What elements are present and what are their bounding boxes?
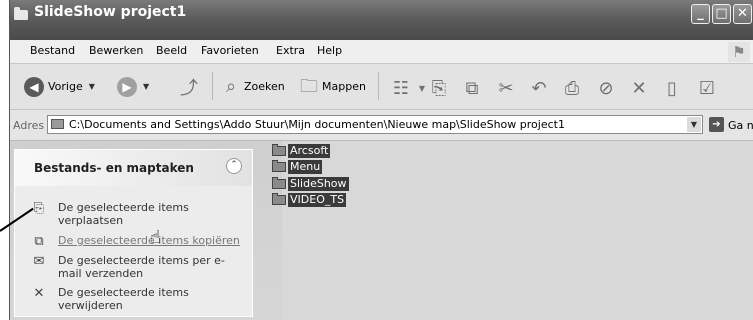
menu-favorieten[interactable]: Favorieten bbox=[201, 44, 259, 57]
go-arrow-icon[interactable]: ➔ bbox=[709, 117, 724, 132]
back-button[interactable]: ◀ Vorige ▼ bbox=[24, 64, 95, 109]
task-label: De geselecteerde items verwijderen bbox=[58, 286, 189, 312]
address-input[interactable]: C:\Documents and Settings\Addo Stuur\Mij… bbox=[47, 115, 703, 134]
task-label: De geselecteerde items verplaatsen bbox=[58, 201, 189, 227]
forward-button[interactable]: ▶ ▼ bbox=[117, 64, 149, 109]
folder-icon bbox=[272, 143, 286, 156]
cut-icon[interactable]: ✂ bbox=[495, 78, 517, 100]
task-box-header[interactable]: Bestands- en maptaken ⌃ bbox=[15, 150, 252, 186]
copy-to-icon[interactable]: ⧉ bbox=[461, 78, 483, 100]
minimize-button[interactable]: _ bbox=[691, 4, 710, 24]
folder-item[interactable]: Arcsoft bbox=[272, 143, 331, 158]
folder-name: Menu bbox=[288, 159, 323, 174]
maximize-button[interactable]: □ bbox=[712, 4, 731, 24]
menu-bestand[interactable]: Bestand bbox=[30, 44, 75, 57]
folder-icon bbox=[272, 192, 286, 205]
folder-item[interactable]: SlideShow bbox=[272, 176, 349, 191]
clipboard-icon[interactable]: ▯ bbox=[661, 78, 683, 100]
search-icon: ⌕ bbox=[225, 75, 237, 97]
folders-button[interactable]: 🗀 Mappen bbox=[300, 64, 366, 109]
menu-bewerken[interactable]: Bewerken bbox=[89, 44, 143, 57]
close-button[interactable]: ✕ bbox=[733, 4, 752, 24]
folder-icon bbox=[272, 159, 286, 172]
go-button[interactable]: Ga naar bbox=[728, 119, 753, 132]
move-to-icon[interactable]: ⎘ bbox=[428, 78, 450, 100]
back-label: Vorige bbox=[48, 80, 83, 93]
move-icon: ⎘ bbox=[33, 201, 45, 216]
file-folder-tasks-box: Bestands- en maptaken ⌃ ⎘ De geselecteer… bbox=[14, 149, 253, 317]
back-arrow-icon: ◀ bbox=[24, 76, 44, 97]
folder-item[interactable]: VIDEO_TS bbox=[272, 192, 347, 207]
folder-icon bbox=[14, 7, 28, 20]
folder-icon bbox=[51, 119, 64, 129]
folder-name: VIDEO_TS bbox=[288, 192, 347, 207]
check-doc-icon[interactable]: ☑ bbox=[696, 78, 718, 100]
toolbar-separator bbox=[212, 72, 213, 100]
folder-item[interactable]: Menu bbox=[272, 159, 323, 174]
menu-beeld[interactable]: Beeld bbox=[156, 44, 187, 57]
delete-icon: ✕ bbox=[33, 286, 45, 301]
collapse-icon[interactable]: ⌃ bbox=[226, 158, 242, 174]
title-bar[interactable]: SlideShow project1 _ □ ✕ bbox=[10, 0, 753, 40]
menu-help[interactable]: Help bbox=[317, 44, 342, 57]
task-move[interactable]: ⎘ De geselecteerde items verplaatsen bbox=[32, 201, 242, 227]
address-path: C:\Documents and Settings\Addo Stuur\Mij… bbox=[69, 118, 565, 131]
menu-extra[interactable]: Extra bbox=[276, 44, 305, 57]
standard-toolbar: ◀ Vorige ▼ ▶ ▼ ⤴ ⌕ Zoeken 🗀 Mappen ☷ ▼ ⎘… bbox=[10, 64, 753, 110]
folders-label: Mappen bbox=[322, 80, 366, 93]
folder-name: SlideShow bbox=[288, 176, 349, 191]
address-bar: Adres C:\Documents and Settings\Addo Stu… bbox=[10, 110, 753, 141]
chevron-down-icon: ▼ bbox=[143, 82, 150, 91]
hand-cursor-icon: ☝ bbox=[150, 227, 161, 248]
explorer-window: SlideShow project1 _ □ ✕ Bestand Bewerke… bbox=[9, 0, 753, 320]
task-delete[interactable]: ✕ De geselecteerde items verwijderen bbox=[32, 286, 242, 312]
menu-bar: Bestand Bewerken Beeld Favorieten Extra … bbox=[10, 40, 753, 64]
forward-arrow-icon: ▶ bbox=[117, 76, 137, 97]
folder-name: Arcsoft bbox=[288, 143, 331, 158]
folders-icon: 🗀 bbox=[300, 75, 318, 97]
chevron-down-icon[interactable]: ▼ bbox=[687, 117, 701, 132]
copy-icon: ⧉ bbox=[34, 234, 44, 249]
undo-icon[interactable]: ↶ bbox=[528, 78, 550, 100]
task-copy[interactable]: ⧉ De geselecteerde items kopiëren bbox=[32, 234, 242, 249]
address-label: Adres bbox=[13, 119, 45, 132]
task-email[interactable]: ✉ De geselecteerde items per e-mail verz… bbox=[32, 254, 242, 280]
window-title: SlideShow project1 bbox=[34, 4, 187, 20]
task-pane: Bestands- en maptaken ⌃ ⎘ De geselecteer… bbox=[10, 141, 282, 320]
search-button[interactable]: ⌕ Zoeken bbox=[222, 64, 285, 109]
up-folder-icon[interactable]: ⤴ bbox=[178, 78, 200, 100]
search-label: Zoeken bbox=[244, 80, 285, 93]
views-icon[interactable]: ☷ bbox=[390, 78, 412, 100]
chevron-down-icon: ▼ bbox=[88, 82, 95, 91]
toolbar-separator bbox=[378, 72, 379, 100]
folder-icon bbox=[272, 176, 286, 189]
email-icon: ✉ bbox=[33, 254, 45, 269]
windows-logo-icon: ⚑ bbox=[728, 42, 750, 62]
paste-icon[interactable]: ⎙ bbox=[561, 78, 583, 100]
task-box-title: Bestands- en maptaken bbox=[34, 161, 194, 175]
task-label: De geselecteerde items per e-mail verzen… bbox=[58, 254, 225, 280]
properties-icon[interactable]: ⊘ bbox=[595, 78, 617, 100]
delete-icon[interactable]: ✕ bbox=[628, 78, 650, 100]
